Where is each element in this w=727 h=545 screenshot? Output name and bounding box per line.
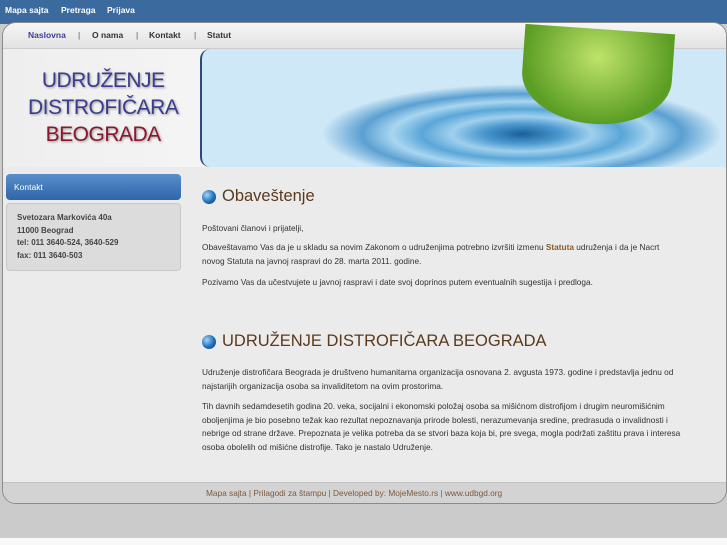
notice-heading: Obaveštenje [202,187,315,206]
nav-about[interactable]: O nama [92,30,123,40]
footer-developer-link[interactable]: Developed by: MojeMesto.rs [333,488,438,498]
notice-paragraph: Obaveštavamo Vas da je u skladu sa novim… [202,241,682,268]
footer-print-link[interactable]: Prilagodi za štampu [253,488,326,498]
notice-greeting: Poštovani članovi i prijatelji, [202,223,304,233]
statute-link[interactable]: Statuta [546,242,574,252]
contact-box: Svetozara Markovića 40a 11000 Beograd te… [6,203,181,271]
heading-text: Obaveštenje [222,187,315,205]
nav-contact[interactable]: Kontakt [149,30,181,40]
globe-bullet-icon [202,189,216,204]
nav-statute[interactable]: Statut [207,30,231,40]
text: Obaveštavamo Vas da je u skladu sa novim… [202,242,546,252]
page-bottom-strip [0,538,727,545]
logo-line: DISTROFIČARA [28,96,179,119]
footer-sitemap-link[interactable]: Mapa sajta [206,488,247,498]
city: 11000 Beograd [17,225,74,235]
globe-bullet-icon [202,334,216,349]
logo-line: UDRUŽENJE [41,69,165,92]
page-container: Naslovna | O nama | Kontakt | Statut UDR… [2,22,727,504]
sidebar-title: Kontakt [6,174,181,200]
phone: tel: 011 3640-524, 3640-529 [17,238,119,247]
nav-separator: | [136,30,139,40]
header-banner: UDRUŽENJE DISTROFIČARA BEOGRADA [3,23,726,167]
water-leaf-image [200,23,726,167]
separator: | [438,488,445,498]
nav-home[interactable]: Naslovna [28,30,66,40]
notice-invite: Pozivamo Vas da učestvujete u javnoj ras… [202,277,593,287]
logo-line: BEOGRADA [45,123,162,146]
nav-separator: | [194,30,197,40]
login-link[interactable]: Prijava [107,5,135,15]
about-paragraph: Udruženje distrofičara Beograda je društ… [202,367,674,391]
search-link[interactable]: Pretraga [61,5,96,15]
address: Svetozara Markovića 40a [17,213,112,222]
heading-text: UDRUŽENJE DISTROFIČARA BEOGRADA [222,332,547,350]
about-heading: UDRUŽENJE DISTROFIČARA BEOGRADA [202,332,547,351]
leaf-image [518,23,676,130]
separator: | [326,488,333,498]
top-bar: Mapa sajta Pretraga Prijava [0,0,727,24]
nav-separator: | [78,30,81,40]
site-logo[interactable]: UDRUŽENJE DISTROFIČARA BEOGRADA [28,67,179,148]
footer-site-link[interactable]: www.udbgd.org [445,488,502,498]
fax: fax: 011 3640-503 [17,250,83,260]
footer: Mapa sajta | Prilagodi za štampu | Devel… [3,482,726,503]
about-history: Tih davnih sedamdesetih godina 20. veka,… [202,401,681,452]
sitemap-link[interactable]: Mapa sajta [5,5,48,15]
